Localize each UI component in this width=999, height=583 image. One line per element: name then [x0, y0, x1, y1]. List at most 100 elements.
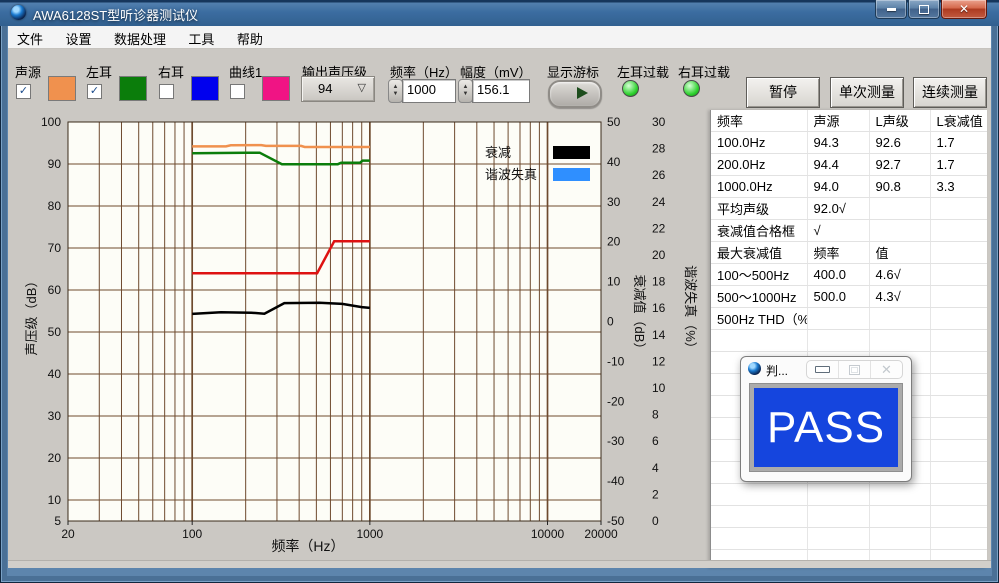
frequency-stepper[interactable]: ▲▼ [388, 79, 403, 103]
pause-button[interactable]: 暂停 [746, 77, 820, 108]
table-cell: 500.0 [807, 286, 869, 308]
right-ear-color-swatch[interactable] [191, 76, 219, 101]
table-cell: 1.7 [930, 154, 987, 176]
table-cell [869, 330, 930, 352]
menu-file[interactable]: 文件 [8, 26, 52, 48]
x-tick-label: 10000 [531, 527, 565, 541]
table-cell: 94.3 [807, 132, 869, 154]
amplitude-input[interactable]: 156.1 [472, 79, 530, 103]
y-right1-tick-label: 30 [607, 195, 621, 209]
table-cell: 92.0√ [807, 198, 869, 220]
result-display: PASS [749, 383, 903, 472]
legend-swatch [553, 146, 590, 159]
menu-data-processing[interactable]: 数据处理 [105, 26, 175, 48]
x-tick-label: 100 [182, 527, 202, 541]
maximize-icon [849, 365, 860, 375]
y-right1-tick-label: 10 [607, 275, 621, 289]
curve1-color-swatch[interactable] [262, 76, 290, 101]
close-button[interactable]: ✕ [941, 0, 987, 19]
y-right2-tick-label: 10 [652, 381, 666, 395]
menu-tools[interactable]: 工具 [179, 26, 223, 48]
y-right2-tick-label: 28 [652, 142, 666, 156]
table-cell [930, 242, 987, 264]
y-right1-tick-label: -10 [607, 354, 625, 368]
y-right2-tick-label: 26 [652, 168, 666, 182]
y-right1-tick-label: 0 [607, 315, 614, 329]
channel-source: 声源 [15, 49, 81, 110]
table-cell [930, 462, 987, 484]
right-ear-checkbox[interactable] [159, 84, 174, 99]
table-cell: 200.0Hz [711, 154, 807, 176]
table-row: 平均声级92.0√ [711, 198, 987, 220]
table-empty-row [711, 528, 987, 550]
y-right1-tick-label: -50 [607, 514, 625, 528]
y-right1-axis-title: 衰减值（dB） [632, 275, 647, 356]
y-left-tick-label: 60 [48, 283, 62, 297]
amplitude-stepper[interactable]: ▲▼ [458, 79, 473, 103]
table-cell [807, 484, 869, 506]
result-maximize-button[interactable] [838, 361, 870, 378]
result-minimize-button[interactable] [807, 361, 838, 378]
channel-left-ear: 左耳 [86, 49, 152, 110]
table-cell: 92.7 [869, 154, 930, 176]
minimize-icon [887, 8, 896, 11]
table-cell [869, 484, 930, 506]
y-left-tick-label: 5 [54, 514, 61, 528]
source-color-swatch[interactable] [48, 76, 76, 101]
result-window-title: 判... [766, 362, 788, 379]
y-right1-tick-label: 50 [607, 115, 621, 129]
table-row: 1000.0Hz94.090.83.3 [711, 176, 987, 198]
result-window-controls: ✕ [806, 360, 903, 379]
minimize-icon [815, 366, 830, 373]
y-left-tick-label: 90 [48, 157, 62, 171]
single-measure-button[interactable]: 单次测量 [830, 77, 904, 108]
y-left-tick-label: 40 [48, 367, 62, 381]
y-right2-tick-label: 22 [652, 221, 666, 235]
continuous-measure-button[interactable]: 连续测量 [913, 77, 987, 108]
table-cell: 92.6 [869, 132, 930, 154]
cursor-toggle-label: 显示游标 [547, 62, 599, 81]
y-right2-tick-label: 2 [652, 487, 659, 501]
client-area: 文件 设置 数据处理 工具 帮助 声源 左耳 右耳 [8, 26, 991, 568]
x-axis-title: 频率（Hz） [271, 538, 344, 554]
result-window-titlebar[interactable]: 判... ✕ [741, 357, 911, 381]
table-cell [930, 528, 987, 550]
y-left-tick-label: 100 [41, 115, 61, 129]
menu-help[interactable]: 帮助 [228, 26, 272, 48]
table-cell [930, 418, 987, 440]
maximize-button[interactable] [908, 0, 940, 19]
table-cell: 400.0 [807, 264, 869, 286]
y-right2-tick-label: 6 [652, 434, 659, 448]
table-cell [930, 506, 987, 528]
table-cell [930, 330, 987, 352]
close-icon: ✕ [959, 2, 969, 16]
source-checkbox[interactable] [16, 84, 31, 99]
table-cell [930, 374, 987, 396]
result-close-button[interactable]: ✕ [870, 361, 902, 378]
table-header-row: 频率声源L声级L衰减值 [711, 110, 987, 132]
table-cell: 1000.0Hz [711, 176, 807, 198]
table-cell: 频率 [711, 110, 807, 132]
y-right1-tick-label: 40 [607, 155, 621, 169]
curve1-checkbox[interactable] [230, 84, 245, 99]
table-cell [930, 220, 987, 242]
right-ear-label: 右耳 [158, 62, 184, 81]
table-cell [807, 528, 869, 550]
x-tick-label: 1000 [356, 527, 383, 541]
y-right1-tick-label: 20 [607, 235, 621, 249]
table-cell: 声源 [807, 110, 869, 132]
table-row: 最大衰减值频率值 [711, 242, 987, 264]
table-cell [930, 286, 987, 308]
left-ear-color-swatch[interactable] [119, 76, 147, 101]
output-level-dropdown[interactable]: 94 ▽ [301, 76, 375, 102]
y-left-tick-label: 50 [48, 325, 62, 339]
menu-settings[interactable]: 设置 [56, 26, 100, 48]
minimize-button[interactable] [875, 0, 907, 19]
left-ear-checkbox[interactable] [87, 84, 102, 99]
cursor-toggle[interactable] [548, 80, 602, 108]
table-empty-row [711, 506, 987, 528]
table-cell: 平均声级 [711, 198, 807, 220]
table-empty-row [711, 330, 987, 352]
titlebar[interactable]: AWA6128ST型听诊器测试仪 ✕ [0, 0, 999, 26]
frequency-input[interactable]: 1000 [402, 79, 456, 103]
